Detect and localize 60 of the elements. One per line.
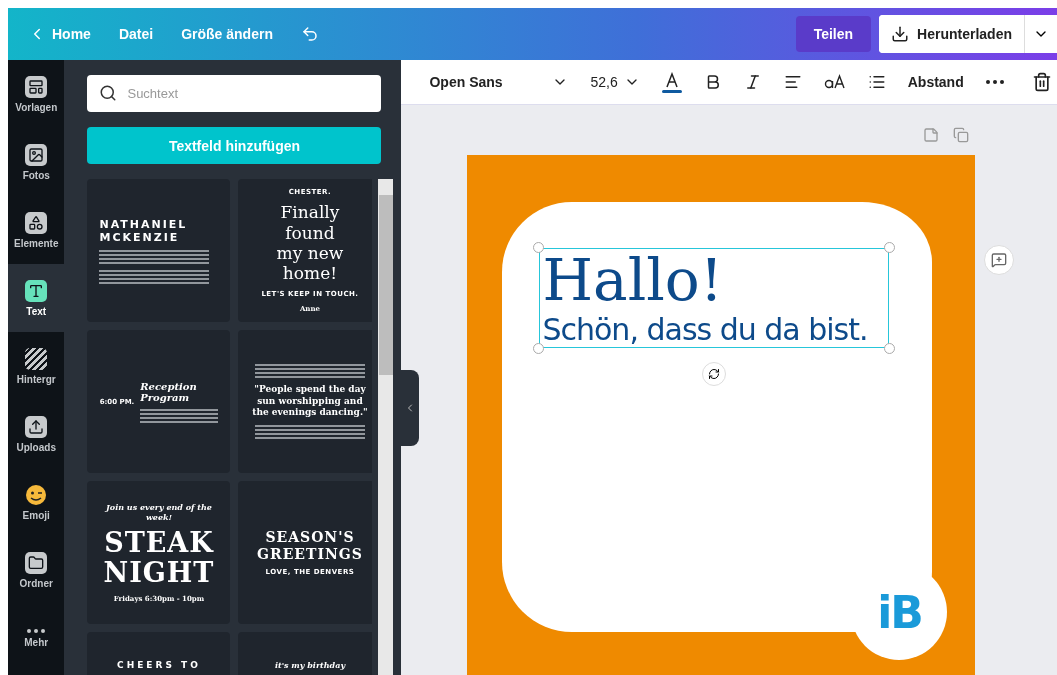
template-text: SEASON'S GREETINGS — [256, 528, 364, 563]
resize-handle[interactable] — [884, 343, 896, 355]
shapes-icon — [25, 211, 48, 234]
logo-text: iB — [877, 586, 922, 638]
text-template[interactable]: it's my birthday — [238, 632, 372, 675]
rail-tab[interactable]: Mehr — [8, 604, 65, 672]
download-options-button[interactable] — [1024, 15, 1057, 53]
font-size-dropdown[interactable]: 52,6 — [582, 68, 648, 96]
folder-icon — [25, 551, 48, 574]
image-icon — [25, 143, 48, 166]
download-icon — [891, 25, 910, 43]
text-template[interactable]: CHEERS TO — [87, 632, 231, 675]
rail-tab[interactable]: Ordner — [8, 536, 65, 604]
resize-handle[interactable] — [533, 242, 545, 253]
collapse-panel-button[interactable] — [401, 370, 420, 446]
align-left-icon — [783, 73, 802, 91]
heading-text: Hallo! — [542, 249, 724, 313]
rotate-icon — [708, 368, 721, 381]
trash-icon — [1031, 72, 1052, 92]
list-icon — [867, 73, 886, 91]
subheading-text: Schön, dass du da bist. — [542, 312, 869, 348]
rotate-button[interactable] — [702, 362, 727, 387]
search-field[interactable]: Suchtext — [87, 75, 382, 112]
letter-case-icon — [823, 74, 846, 90]
stripes-icon — [25, 347, 48, 370]
template-text: NATHANIEL MCKENZIE — [99, 217, 189, 244]
rail-tab[interactable]: Text — [8, 264, 65, 332]
text-color-icon — [661, 71, 682, 93]
resize-handle[interactable] — [884, 242, 896, 253]
undo-icon — [300, 25, 319, 43]
text-icon — [25, 279, 48, 302]
comment-icon — [991, 252, 1008, 268]
upload-icon — [25, 415, 48, 438]
spacing-button[interactable]: Abstand — [899, 68, 972, 96]
selected-textbox[interactable]: Hallo! Schön, dass du da bist. — [539, 248, 890, 349]
more-icon — [27, 628, 46, 633]
more-icon — [985, 80, 1004, 84]
rail-tab[interactable]: Hintergr — [8, 332, 65, 400]
rail-tab[interactable]: Fotos — [8, 128, 65, 196]
template-text: STEAK NIGHT — [102, 528, 216, 588]
template-text: Finally found my new home! — [275, 202, 345, 284]
template-text: Reception Program — [140, 380, 198, 404]
text-template[interactable]: NATHANIEL MCKENZIE — [87, 179, 231, 322]
rail-tab[interactable]: Elemente — [8, 196, 65, 264]
share-button[interactable]: Teilen — [795, 16, 872, 52]
rail-tab[interactable]: Uploads — [8, 400, 65, 468]
template-text: Join us every end of the week! — [104, 502, 213, 523]
template-text: it's my birthday — [274, 660, 346, 670]
search-icon — [99, 84, 118, 102]
rail-tab[interactable]: Emoji — [8, 468, 65, 536]
scrollbar[interactable] — [378, 179, 394, 675]
layout-icon — [25, 75, 48, 98]
template-text: "People spend the day sun worshipping and the evenings dancing." — [251, 383, 369, 420]
template-text: CHEERS TO — [117, 660, 201, 670]
resize-handle[interactable] — [533, 343, 545, 355]
add-comment-button[interactable] — [984, 245, 1015, 275]
emoji-icon — [25, 483, 48, 506]
rail-tab[interactable]: Vorlagen — [8, 60, 65, 128]
text-template[interactable]: "People spend the day sun worshipping and the evenings dancing." — [238, 330, 372, 473]
font-dropdown[interactable]: Open Sans — [421, 68, 577, 96]
